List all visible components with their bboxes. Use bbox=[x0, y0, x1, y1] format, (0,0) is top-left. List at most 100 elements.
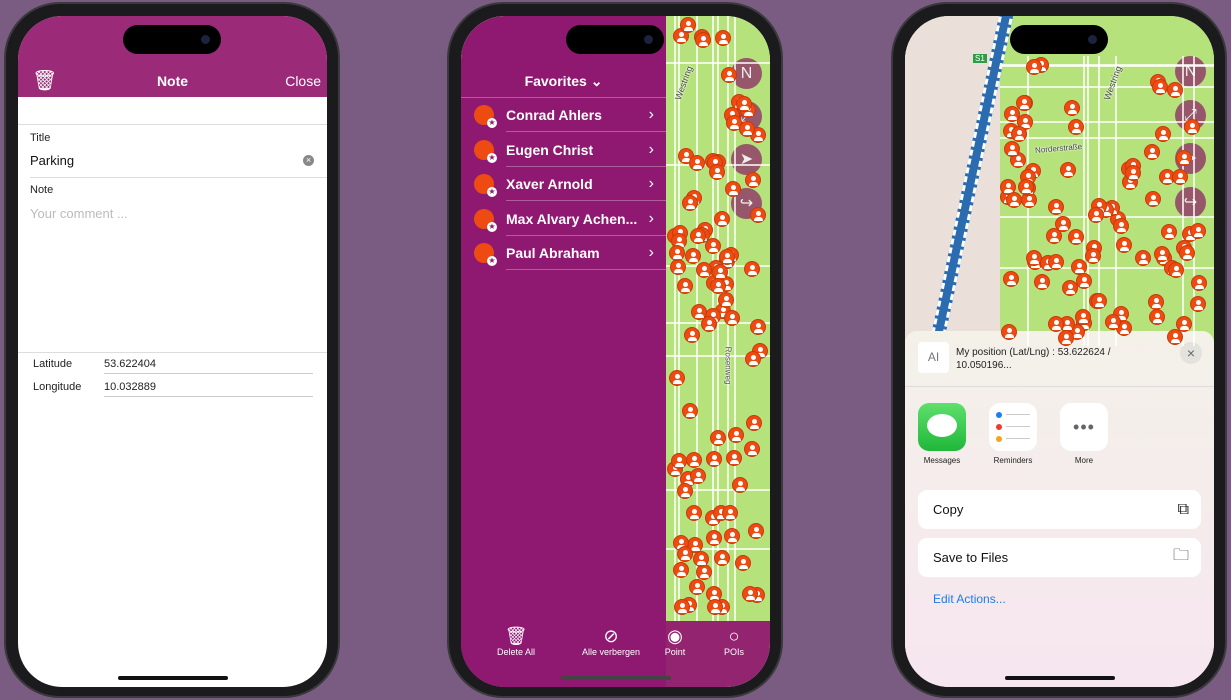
person-marker-icon[interactable] bbox=[710, 277, 727, 294]
person-marker-icon[interactable] bbox=[1063, 99, 1080, 116]
person-marker-icon[interactable] bbox=[1161, 224, 1178, 241]
person-marker-icon[interactable] bbox=[668, 369, 685, 386]
person-marker-icon[interactable] bbox=[743, 260, 760, 277]
route-icon[interactable]: ↪ bbox=[1175, 187, 1206, 218]
title-input[interactable]: Parking bbox=[30, 153, 74, 168]
person-marker-icon[interactable] bbox=[1068, 228, 1085, 245]
person-marker-icon[interactable] bbox=[709, 429, 726, 446]
person-marker-icon[interactable] bbox=[747, 522, 764, 539]
share-app-more[interactable]: ••• More bbox=[1060, 403, 1108, 465]
person-marker-icon[interactable] bbox=[676, 277, 693, 294]
person-marker-icon[interactable] bbox=[1058, 329, 1075, 346]
person-marker-icon[interactable] bbox=[1184, 118, 1201, 135]
person-marker-icon[interactable] bbox=[1167, 261, 1184, 278]
person-marker-icon[interactable] bbox=[1048, 199, 1065, 215]
person-marker-icon[interactable] bbox=[732, 476, 749, 493]
pois-button[interactable]: ○ POIs bbox=[716, 625, 752, 657]
favorite-item[interactable]: Max Alvary Achen... › bbox=[461, 202, 666, 236]
person-marker-icon[interactable] bbox=[683, 326, 700, 343]
copy-action[interactable]: Copy ⧉ bbox=[918, 490, 1201, 529]
person-marker-icon[interactable] bbox=[714, 210, 731, 227]
person-marker-icon[interactable] bbox=[743, 441, 760, 458]
person-marker-icon[interactable] bbox=[1047, 253, 1064, 270]
delete-all-button[interactable]: 🗑 Delete All bbox=[486, 625, 546, 657]
person-marker-icon[interactable] bbox=[1171, 169, 1188, 186]
person-marker-icon[interactable] bbox=[1003, 106, 1020, 123]
person-marker-icon[interactable] bbox=[744, 171, 761, 188]
note-textarea[interactable]: Your comment ... bbox=[30, 206, 310, 346]
person-marker-icon[interactable] bbox=[714, 30, 731, 47]
person-marker-icon[interactable] bbox=[1000, 324, 1017, 341]
person-marker-icon[interactable] bbox=[1190, 222, 1207, 239]
person-marker-icon[interactable] bbox=[750, 207, 767, 224]
latitude-input[interactable]: 53.622404 bbox=[104, 358, 313, 374]
person-marker-icon[interactable] bbox=[1166, 328, 1183, 345]
person-marker-icon[interactable] bbox=[745, 415, 762, 432]
person-marker-icon[interactable] bbox=[1116, 237, 1133, 254]
person-marker-icon[interactable] bbox=[1147, 294, 1164, 311]
person-marker-icon[interactable] bbox=[689, 155, 706, 172]
person-marker-icon[interactable] bbox=[1059, 161, 1076, 178]
person-marker-icon[interactable] bbox=[696, 261, 713, 278]
person-marker-icon[interactable] bbox=[720, 66, 737, 83]
person-marker-icon[interactable] bbox=[1005, 192, 1022, 209]
person-marker-icon[interactable] bbox=[676, 545, 693, 562]
longitude-input[interactable]: 10.032889 bbox=[104, 381, 313, 397]
person-marker-icon[interactable] bbox=[1166, 81, 1183, 98]
person-marker-icon[interactable] bbox=[726, 450, 743, 467]
person-marker-icon[interactable] bbox=[1084, 248, 1101, 265]
favorite-item[interactable]: Conrad Ahlers › bbox=[461, 98, 666, 132]
person-marker-icon[interactable] bbox=[705, 451, 722, 468]
person-marker-icon[interactable] bbox=[1011, 126, 1028, 143]
person-marker-icon[interactable] bbox=[724, 528, 741, 545]
person-marker-icon[interactable] bbox=[673, 561, 689, 578]
person-marker-icon[interactable] bbox=[670, 258, 687, 275]
person-marker-icon[interactable] bbox=[1091, 293, 1108, 310]
person-marker-icon[interactable] bbox=[686, 505, 703, 522]
favorite-item[interactable]: Xaver Arnold › bbox=[461, 167, 666, 201]
save-to-files-action[interactable]: Save to Files 🗀 bbox=[918, 538, 1201, 577]
person-marker-icon[interactable] bbox=[1074, 308, 1091, 325]
share-app-messages[interactable]: Messages bbox=[918, 403, 966, 465]
person-marker-icon[interactable] bbox=[673, 599, 690, 616]
favorite-item[interactable]: Paul Abraham › bbox=[461, 236, 666, 270]
person-marker-icon[interactable] bbox=[1018, 178, 1035, 195]
person-marker-icon[interactable] bbox=[750, 319, 767, 335]
person-marker-icon[interactable] bbox=[1151, 78, 1168, 95]
person-marker-icon[interactable] bbox=[1134, 249, 1151, 266]
person-marker-icon[interactable] bbox=[1003, 271, 1020, 288]
person-marker-icon[interactable] bbox=[1113, 217, 1130, 234]
person-marker-icon[interactable] bbox=[1087, 206, 1104, 223]
person-marker-icon[interactable] bbox=[680, 16, 697, 33]
person-marker-icon[interactable] bbox=[692, 550, 709, 567]
person-marker-icon[interactable] bbox=[717, 292, 734, 309]
person-marker-icon[interactable] bbox=[677, 483, 693, 500]
favorite-item[interactable]: Eugen Christ › bbox=[461, 133, 666, 167]
person-marker-icon[interactable] bbox=[1054, 216, 1071, 233]
person-marker-icon[interactable] bbox=[706, 529, 723, 546]
person-marker-icon[interactable] bbox=[1125, 164, 1142, 181]
person-marker-icon[interactable] bbox=[739, 121, 756, 138]
person-marker-icon[interactable] bbox=[689, 579, 706, 596]
person-marker-icon[interactable] bbox=[686, 451, 703, 468]
person-marker-icon[interactable] bbox=[744, 350, 761, 367]
person-marker-icon[interactable] bbox=[1033, 274, 1050, 291]
point-button[interactable]: ◉ Point bbox=[657, 625, 693, 657]
person-marker-icon[interactable] bbox=[1047, 315, 1064, 332]
person-marker-icon[interactable] bbox=[704, 238, 721, 255]
person-marker-icon[interactable] bbox=[695, 32, 712, 49]
person-marker-icon[interactable] bbox=[689, 467, 706, 484]
person-marker-icon[interactable] bbox=[1104, 314, 1121, 331]
person-marker-icon[interactable] bbox=[735, 554, 752, 571]
person-marker-icon[interactable] bbox=[669, 245, 686, 262]
compass-icon[interactable]: N bbox=[1175, 56, 1206, 87]
person-marker-icon[interactable] bbox=[1026, 59, 1043, 76]
person-marker-icon[interactable] bbox=[721, 504, 738, 521]
person-marker-icon[interactable] bbox=[671, 452, 688, 469]
person-marker-icon[interactable] bbox=[1003, 140, 1020, 157]
person-marker-icon[interactable] bbox=[708, 163, 725, 180]
close-button[interactable]: Close bbox=[285, 73, 321, 89]
edit-actions-link[interactable]: Edit Actions... bbox=[933, 592, 1006, 606]
person-marker-icon[interactable] bbox=[1068, 119, 1085, 136]
person-marker-icon[interactable] bbox=[684, 247, 701, 264]
